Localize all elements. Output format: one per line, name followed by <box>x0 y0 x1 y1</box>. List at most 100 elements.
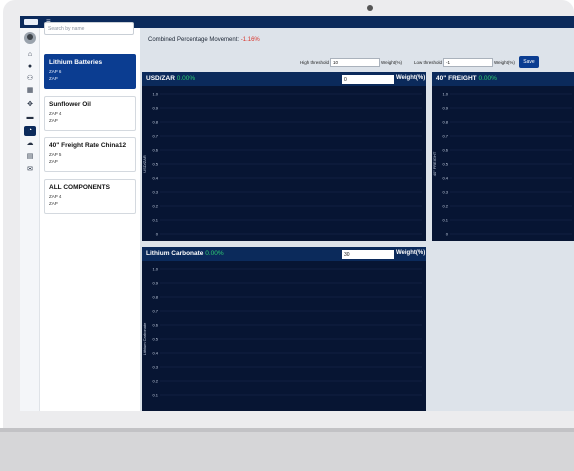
save-button[interactable]: Save <box>518 56 539 68</box>
low-threshold-unit: Weight(%) <box>494 59 515 65</box>
dashboard-icon[interactable]: ◔ <box>24 126 36 136</box>
component-sub-1: ZAP 5 <box>49 152 62 157</box>
search-input[interactable] <box>44 22 134 35</box>
combined-value: -1.16% <box>240 37 260 43</box>
y-tick-label: 1.0 <box>442 92 448 97</box>
y-tick-label: 0.6 <box>152 148 158 153</box>
y-tick-label: 0.9 <box>152 106 158 111</box>
y-tick-label: 0.4 <box>152 176 158 181</box>
y-tick-label: 0.7 <box>152 309 158 314</box>
y-tick-label: 0.6 <box>442 148 448 153</box>
handshake-icon[interactable]: ✥ <box>24 100 36 110</box>
y-tick-label: 0.2 <box>442 204 448 209</box>
y-tick-label: 0.5 <box>442 162 448 167</box>
chart-title-text: 40" FREIGHT <box>436 75 477 82</box>
weight-label: Weight(%) <box>396 75 426 81</box>
icon-sidebar: ⌂ ● ⚇ ▦ ✥ ▬ ◔ ☁ ▤ ✉ <box>20 28 40 411</box>
brand-logo[interactable] <box>24 19 38 25</box>
y-axis-title: 40" FREIGHT <box>432 151 437 176</box>
home-icon[interactable]: ⌂ <box>24 50 36 60</box>
chart-header: 40" FREIGHT 0.00% <box>432 72 574 86</box>
threshold-row: High threshold Weight(%) Low threshold W… <box>300 56 539 68</box>
users-icon[interactable]: ⚇ <box>24 74 36 84</box>
chart-pct: 0.00% <box>205 250 224 257</box>
archive-icon[interactable]: ▬ <box>24 113 36 123</box>
low-threshold-label: Low threshold <box>413 59 442 65</box>
weight-input[interactable] <box>342 250 394 259</box>
combined-label: Combined Percentage Movement: <box>148 37 240 43</box>
main-content: Combined Percentage Movement: -1.16% Hig… <box>140 28 574 411</box>
y-tick-label: 0.4 <box>442 176 448 181</box>
y-tick-label: 0.4 <box>152 351 158 356</box>
camera-dot <box>367 5 373 11</box>
y-tick-label: 1.0 <box>152 267 158 272</box>
y-tick-label: 0.1 <box>152 218 158 223</box>
envelope-icon[interactable]: ✉ <box>24 165 36 175</box>
chart-plot: 1.0 0.9 0.8 0.7 0.6 0.5 0.4 0.3 0.2 0.1 0 40" FREIG… <box>432 92 572 237</box>
combined-movement: Combined Percentage Movement: -1.16% <box>148 37 260 43</box>
component-name: Lithium Batteries <box>49 59 103 66</box>
weight-input[interactable] <box>342 75 394 84</box>
high-threshold-unit: Weight(%) <box>381 59 402 65</box>
y-tick-label: 0.5 <box>152 337 158 342</box>
chart-plot: 1.0 0.9 0.8 0.7 0.6 0.5 0.4 0.3 0.2 0.1 0 USD/ZAR <box>142 92 422 237</box>
avatar[interactable] <box>24 32 36 44</box>
component-sub-1: ZAP 4 <box>49 111 62 116</box>
component-sub-1: ZAP 4 <box>49 194 62 199</box>
component-name: 40" Freight Rate China12 <box>49 142 127 149</box>
y-tick-label: 0.9 <box>442 106 448 111</box>
laptop-base <box>0 428 574 471</box>
y-tick-label: 0.2 <box>152 379 158 384</box>
y-tick-label: 0.3 <box>152 190 158 195</box>
component-name: Sunflower Oil <box>49 101 91 108</box>
y-tick-label: 0.2 <box>152 204 158 209</box>
y-tick-label: 0 <box>156 232 159 237</box>
component-sub-2: ZAP <box>49 118 58 123</box>
chart-panel-freight: 40" FREIGHT 0.00% 1.0 0.9 0.8 0.7 0.6 0.5 0.4 0… <box>432 72 574 241</box>
y-tick-label: 0.1 <box>152 393 158 398</box>
y-tick-label: 0.8 <box>152 120 158 125</box>
y-axis-title: USD/ZAR <box>142 155 147 173</box>
component-sub-1: ZAP 6 <box>49 69 62 74</box>
high-threshold-label: High threshold <box>300 59 330 65</box>
chart-title-text: USD/ZAR <box>146 75 175 82</box>
y-tick-label: 0.5 <box>152 162 158 167</box>
chart-title: 40" FREIGHT 0.00% <box>436 75 497 82</box>
chart-panel-lithium-carbonate: Lithium Carbonate 0.00% Weight(%) 1.0 0.9… <box>142 247 426 411</box>
user-icon[interactable]: ● <box>24 62 36 72</box>
boxes-icon[interactable]: ▦ <box>24 86 36 96</box>
weight-label: Weight(%) <box>396 250 426 256</box>
y-tick-label: 0.6 <box>152 323 158 328</box>
y-tick-label: 1.0 <box>152 92 158 97</box>
app-screen: ≡ ⌂ ● ⚇ ▦ ✥ ▬ ◔ ☁ ▤ ✉ Lithium Batteries … <box>20 16 574 411</box>
chat-icon[interactable]: ☁ <box>24 139 36 149</box>
chart-header: Lithium Carbonate 0.00% Weight(%) <box>142 247 426 261</box>
chart-header: USD/ZAR 0.00% Weight(%) <box>142 72 426 86</box>
chart-pct: 0.00% <box>478 75 497 82</box>
component-name: ALL COMPONENTS <box>49 184 110 191</box>
y-tick-label: 0.9 <box>152 281 158 286</box>
chart-panel-usd-zar: USD/ZAR 0.00% Weight(%) 1.0 0.9 0.8 0.7 0.6 0… <box>142 72 426 241</box>
component-card-sunflower-oil[interactable]: Sunflower Oil ZAP 4 ZAP <box>44 96 136 131</box>
calendar-icon[interactable]: ▤ <box>24 152 36 162</box>
component-sub-2: ZAP <box>49 159 58 164</box>
chart-title: USD/ZAR 0.00% <box>146 75 195 82</box>
chart-title: Lithium Carbonate 0.00% <box>146 250 224 257</box>
component-sub-2: ZAP <box>49 76 58 81</box>
component-card-lithium-batteries[interactable]: Lithium Batteries ZAP 6 ZAP <box>44 54 136 89</box>
y-tick-label: 0.3 <box>442 190 448 195</box>
chart-pct: 0.00% <box>176 75 196 82</box>
y-tick-label: 0.8 <box>152 295 158 300</box>
component-card-freight-rate[interactable]: 40" Freight Rate China12 ZAP 5 ZAP <box>44 137 136 172</box>
high-threshold-input[interactable] <box>330 57 381 67</box>
y-tick-label: 0.7 <box>152 134 158 139</box>
laptop-base-lip <box>0 428 574 432</box>
laptop-frame: ≡ ⌂ ● ⚇ ▦ ✥ ▬ ◔ ☁ ▤ ✉ Lithium Batteries … <box>0 0 574 471</box>
y-tick-label: 0.1 <box>442 218 448 223</box>
low-threshold-input[interactable] <box>443 57 493 67</box>
component-card-all-components[interactable]: ALL COMPONENTS ZAP 4 ZAP <box>44 179 136 214</box>
component-sub-2: ZAP <box>49 201 58 206</box>
y-tick-label: 0.7 <box>442 134 448 139</box>
y-tick-label: 0.8 <box>442 120 448 125</box>
y-tick-label: 0.3 <box>152 365 158 370</box>
